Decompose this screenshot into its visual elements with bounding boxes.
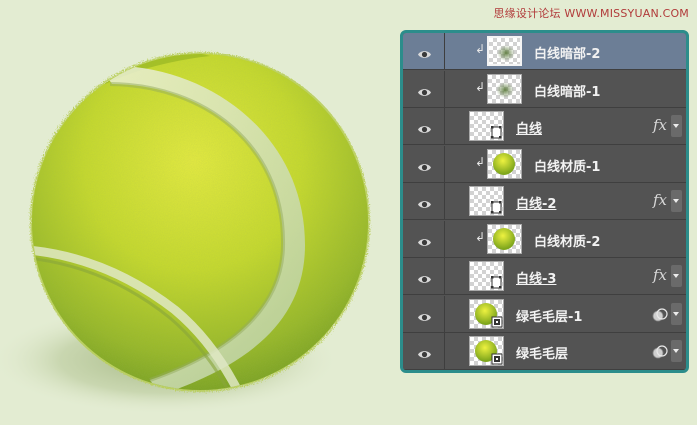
- layer-name[interactable]: 绿毛毛层: [516, 343, 568, 362]
- layer-row[interactable]: 绿毛毛层: [403, 333, 686, 370]
- eye-icon[interactable]: [417, 158, 432, 177]
- eye-icon[interactable]: [417, 270, 432, 289]
- layer-row[interactable]: ↲ 白线暗部-1: [403, 71, 686, 108]
- expand-effects-icon[interactable]: [671, 190, 682, 212]
- layer-thumbnail[interactable]: [469, 186, 504, 216]
- fx-icon[interactable]: fx: [653, 266, 667, 284]
- layer-row[interactable]: 白线-2 fx: [403, 183, 686, 220]
- expand-filters-icon[interactable]: [671, 340, 682, 362]
- eye-icon[interactable]: [417, 345, 432, 364]
- layer-name[interactable]: 白线-3: [516, 268, 556, 287]
- layer-thumbnail[interactable]: [469, 261, 504, 291]
- layer-thumbnail[interactable]: [469, 336, 504, 366]
- layer-name[interactable]: 白线-2: [516, 193, 556, 212]
- fx-icon[interactable]: fx: [653, 116, 667, 134]
- layer-row[interactable]: ↲ 白线暗部-2: [403, 33, 686, 70]
- layer-thumbnail[interactable]: [487, 36, 522, 66]
- eye-icon[interactable]: [417, 195, 432, 214]
- eye-icon[interactable]: [417, 45, 432, 64]
- visibility-toggle[interactable]: [403, 258, 445, 294]
- visibility-toggle[interactable]: [403, 33, 445, 69]
- eye-icon[interactable]: [417, 120, 432, 139]
- layer-row[interactable]: ↲ 白线材质-2: [403, 221, 686, 258]
- layer-row[interactable]: ↲ 白线材质-1: [403, 146, 686, 183]
- layer-name[interactable]: 白线暗部-2: [534, 43, 600, 62]
- visibility-toggle[interactable]: [403, 108, 445, 144]
- layers-panel: ↲ 白线暗部-2 ↲ 白线暗部-1 白线 fx ↲ 白线材质-1 白线-2 fx ↲ 白线材质-2 白线…: [400, 30, 689, 373]
- watermark: 思缘设计论坛 WWW.MISSYUAN.COM: [493, 7, 689, 20]
- eye-icon[interactable]: [417, 83, 432, 102]
- clip-arrow-icon: ↲: [475, 80, 486, 94]
- layer-name[interactable]: 白线材质-2: [534, 231, 600, 250]
- layer-row[interactable]: 白线-3 fx: [403, 258, 686, 295]
- layer-name[interactable]: 绿毛毛层-1: [516, 306, 582, 325]
- expand-effects-icon[interactable]: [671, 265, 682, 287]
- layer-thumbnail[interactable]: [487, 149, 522, 179]
- visibility-toggle[interactable]: [403, 333, 445, 369]
- fx-icon[interactable]: fx: [653, 191, 667, 209]
- layer-name[interactable]: 白线暗部-1: [534, 81, 600, 100]
- visibility-toggle[interactable]: [403, 296, 445, 332]
- visibility-toggle[interactable]: [403, 71, 445, 107]
- layer-thumbnail[interactable]: [469, 111, 504, 141]
- clip-arrow-icon: ↲: [475, 155, 486, 169]
- visibility-toggle[interactable]: [403, 183, 445, 219]
- expand-effects-icon[interactable]: [671, 115, 682, 137]
- eye-icon[interactable]: [417, 308, 432, 327]
- layer-name[interactable]: 白线材质-1: [534, 156, 600, 175]
- smart-filter-icon[interactable]: [652, 307, 668, 326]
- layer-name[interactable]: 白线: [516, 118, 542, 137]
- clip-arrow-icon: ↲: [475, 42, 486, 56]
- smart-filter-icon[interactable]: [652, 344, 668, 363]
- visibility-toggle[interactable]: [403, 221, 445, 257]
- tennis-ball-illustration: [0, 52, 370, 415]
- expand-filters-icon[interactable]: [671, 303, 682, 325]
- layer-thumbnail[interactable]: [469, 299, 504, 329]
- visibility-toggle[interactable]: [403, 146, 445, 182]
- eye-icon[interactable]: [417, 233, 432, 252]
- layer-thumbnail[interactable]: [487, 74, 522, 104]
- layer-row[interactable]: 绿毛毛层-1: [403, 296, 686, 333]
- clip-arrow-icon: ↲: [475, 230, 486, 244]
- layer-thumbnail[interactable]: [487, 224, 522, 254]
- layer-row[interactable]: 白线 fx: [403, 108, 686, 145]
